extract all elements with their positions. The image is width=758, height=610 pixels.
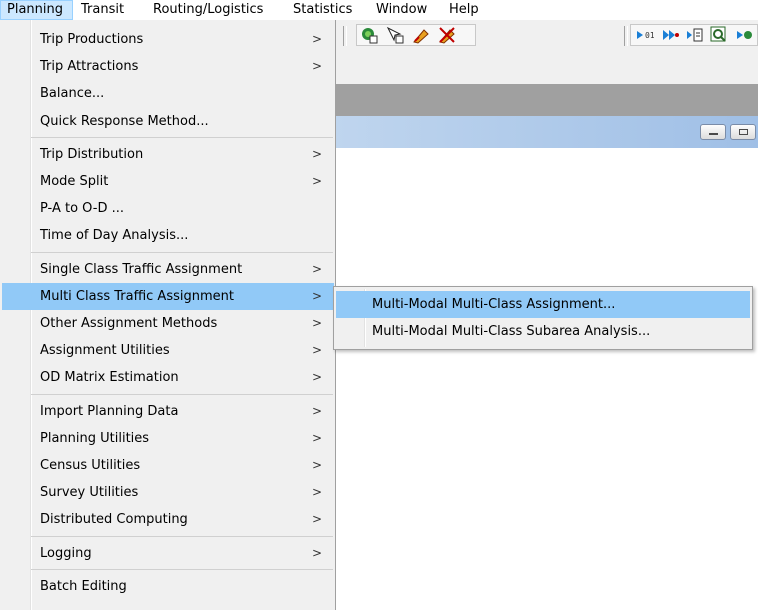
- submenu-item-label: Multi-Modal Multi-Class Assignment...: [372, 297, 616, 312]
- toolbar-separator: [624, 26, 628, 46]
- menu-transit[interactable]: Transit: [81, 0, 124, 20]
- delete-link-icon[interactable]: [438, 26, 456, 44]
- menu-item-label: P-A to O-D ...: [40, 201, 124, 217]
- menu-item-balance[interactable]: Balance...: [2, 80, 334, 107]
- menu-item-trip-productions[interactable]: Trip Productions >: [2, 26, 334, 53]
- menu-item-time-of-day-analysis[interactable]: Time of Day Analysis...: [2, 222, 334, 249]
- menu-item-trip-distribution[interactable]: Trip Distribution >: [2, 141, 334, 168]
- submenu-item-multi-modal-multi-class-subarea-analysis[interactable]: Multi-Modal Multi-Class Subarea Analysis…: [336, 318, 750, 345]
- menu-item-label: Planning Utilities: [40, 430, 150, 446]
- menu-separator: [31, 568, 333, 570]
- planning-menu: Trip Productions > Trip Attractions > Balanc…: [0, 20, 336, 610]
- submenu-arrow-icon: >: [312, 370, 323, 385]
- menu-item-label: Import Planning Data: [40, 403, 179, 419]
- svg-text:01: 01: [645, 31, 654, 40]
- submenu-arrow-icon: >: [312, 458, 323, 472]
- menu-item-other-assignment-methods[interactable]: Other Assignment Methods >: [2, 310, 334, 337]
- mdi-window-titlebar: [336, 116, 758, 148]
- submenu-arrow-icon: >: [312, 430, 323, 445]
- submenu-arrow-icon: >: [312, 512, 323, 527]
- menu-window[interactable]: Window: [376, 0, 427, 20]
- minimize-button[interactable]: [700, 124, 726, 140]
- menu-item-logging[interactable]: Logging >: [2, 540, 334, 567]
- menu-item-label: Multi Class Traffic Assignment: [40, 288, 234, 304]
- toolbar-strip: [336, 62, 758, 84]
- submenu-arrow-icon: >: [312, 174, 323, 188]
- menu-separator: [31, 136, 333, 138]
- submenu-item-multi-modal-multi-class-assignment[interactable]: Multi-Modal Multi-Class Assignment...: [336, 291, 750, 318]
- menu-statistics[interactable]: Statistics: [293, 0, 352, 20]
- menu-item-planning-utilities[interactable]: Planning Utilities >: [2, 425, 334, 452]
- run-filter-icon[interactable]: [686, 26, 704, 44]
- restore-button[interactable]: [730, 124, 756, 140]
- submenu-item-label: Multi-Modal Multi-Class Subarea Analysis…: [372, 324, 651, 339]
- submenu-arrow-icon: >: [312, 146, 323, 161]
- submenu-arrow-icon: >: [312, 32, 323, 46]
- menu-help[interactable]: Help: [449, 0, 479, 20]
- menu-item-assignment-utilities[interactable]: Assignment Utilities >: [2, 337, 334, 364]
- menu-item-import-planning-data[interactable]: Import Planning Data >: [2, 398, 334, 425]
- submenu-arrow-icon: >: [312, 288, 323, 303]
- submenu-arrow-icon: >: [312, 261, 323, 276]
- menu-item-label: Assignment Utilities: [40, 343, 170, 359]
- menu-planning[interactable]: Planning: [0, 0, 73, 20]
- menu-item-single-class-traffic-assignment[interactable]: Single Class Traffic Assignment >: [2, 256, 334, 283]
- edit-link-icon[interactable]: [412, 26, 430, 44]
- add-node-icon[interactable]: [360, 26, 378, 44]
- submenu-arrow-icon: >: [312, 545, 323, 560]
- menu-item-mode-split[interactable]: Mode Split >: [2, 168, 334, 195]
- menu-separator: [31, 535, 333, 537]
- menu-item-label: Balance...: [40, 86, 105, 102]
- menu-item-label: Trip Distribution: [40, 146, 144, 162]
- submenu-arrow-icon: >: [312, 343, 323, 358]
- mdi-workspace-bar: [336, 84, 758, 116]
- toolbar-separator: [343, 26, 347, 46]
- menu-item-multi-class-traffic-assignment[interactable]: Multi Class Traffic Assignment >: [2, 282, 334, 310]
- menu-item-label: Trip Attractions: [40, 59, 139, 75]
- menu-item-label: Time of Day Analysis...: [40, 228, 189, 244]
- menu-item-p-a-to-o-d[interactable]: P-A to O-D ...: [2, 195, 334, 222]
- submenu-arrow-icon: >: [312, 403, 323, 418]
- menubar: Planning Transit Routing/Logistics Stati…: [0, 0, 758, 20]
- zoom-report-icon[interactable]: [710, 26, 728, 44]
- fast-forward-icon[interactable]: [662, 26, 680, 44]
- menu-item-trip-attractions[interactable]: Trip Attractions >: [2, 53, 334, 80]
- minimize-icon: [709, 133, 718, 135]
- run-step-icon[interactable]: 01: [636, 26, 654, 44]
- menu-item-census-utilities[interactable]: Census Utilities >: [2, 452, 334, 479]
- menu-item-label: Distributed Computing: [40, 512, 188, 528]
- submenu-arrow-icon: >: [312, 485, 323, 500]
- menu-separator: [31, 251, 333, 253]
- restore-icon: [739, 129, 748, 135]
- menu-item-label: Batch Editing: [40, 578, 127, 594]
- menu-item-label: Census Utilities: [40, 458, 141, 473]
- menu-item-label: Single Class Traffic Assignment: [40, 261, 243, 277]
- menu-separator: [31, 393, 333, 395]
- menu-item-label: Mode Split: [40, 174, 109, 189]
- select-link-icon[interactable]: [386, 26, 404, 44]
- submenu-arrow-icon: >: [312, 59, 323, 74]
- multi-class-traffic-assignment-submenu: Multi-Modal Multi-Class Assignment... Mu…: [333, 286, 753, 350]
- menu-item-distributed-computing[interactable]: Distributed Computing >: [2, 506, 334, 533]
- submenu-arrow-icon: >: [312, 316, 323, 330]
- menu-routing-logistics[interactable]: Routing/Logistics: [153, 0, 263, 20]
- menu-item-label: Other Assignment Methods: [40, 316, 218, 331]
- menu-item-survey-utilities[interactable]: Survey Utilities >: [2, 479, 334, 506]
- menu-item-label: Logging: [40, 545, 92, 561]
- menu-item-batch-editing[interactable]: Batch Editing: [2, 573, 334, 600]
- menu-item-label: OD Matrix Estimation: [40, 370, 179, 386]
- menu-item-label: Trip Productions: [40, 32, 144, 47]
- menu-item-label: Quick Response Method...: [40, 113, 209, 129]
- menu-item-od-matrix-estimation[interactable]: OD Matrix Estimation >: [2, 364, 334, 391]
- menu-item-label: Survey Utilities: [40, 485, 139, 501]
- menu-item-quick-response-method[interactable]: Quick Response Method...: [2, 108, 334, 135]
- next-icon[interactable]: [736, 26, 754, 44]
